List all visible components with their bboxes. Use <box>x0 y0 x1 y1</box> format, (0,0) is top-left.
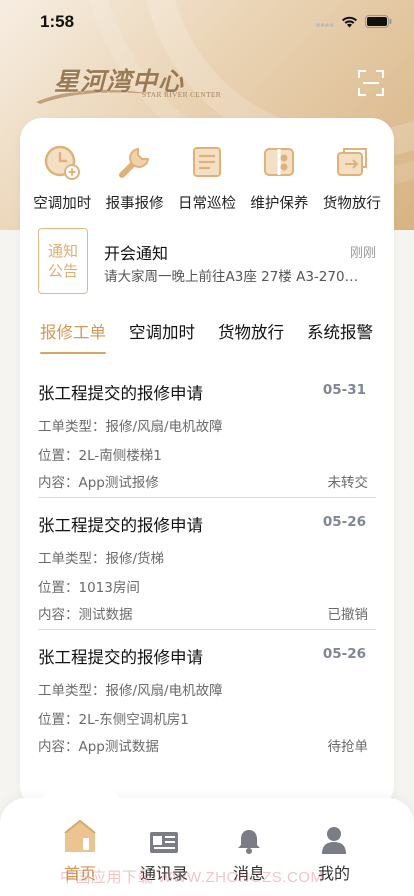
quick-action-maintenance[interactable]: 维护保养 <box>243 142 315 213</box>
quick-action-label: 维护保养 <box>250 196 309 212</box>
wrench-icon <box>115 142 155 182</box>
quick-action-label: 货物放行 <box>322 196 381 212</box>
profile-icon <box>322 818 346 854</box>
quick-action-cargo-release[interactable]: 货物放行 <box>316 142 388 213</box>
scan-button[interactable] <box>358 70 384 96</box>
ac-clock-icon <box>42 142 82 182</box>
order-location-value: 2L-南侧楼梯1 <box>78 448 162 464</box>
order-content: 内容：测试数据 <box>38 603 133 623</box>
order-type: 工单类型：报修/货梯 <box>38 547 164 567</box>
maintenance-icon <box>259 142 299 182</box>
brand-logo: 星河湾中心 STAR RIVER CENTER <box>34 62 234 104</box>
order-content-label: 内容： <box>38 607 79 623</box>
order-type: 工单类型：报修/风扇/电机故障 <box>38 415 223 435</box>
contacts-icon <box>149 818 179 854</box>
order-title: 张工程提交的报修申请 <box>38 648 203 667</box>
notice-badge-line: 通知 <box>47 242 78 260</box>
quick-action-label: 空调加时 <box>33 196 92 212</box>
quick-actions: 空调加时 报事报修 日常巡检 维护保养 货物放行 <box>20 142 394 213</box>
order-content: 内容：App测试报修 <box>38 471 159 491</box>
order-content-value: 测试数据 <box>78 607 133 623</box>
notice-text: 请大家周一晚上前往A3座 27楼 A3-2708会议室 <box>104 269 366 285</box>
logo-english-name: STAR RIVER CENTER <box>142 90 222 99</box>
order-date: 05-26 <box>322 646 366 662</box>
battery-icon <box>365 13 392 32</box>
quick-action-ac-overtime[interactable]: 空调加时 <box>26 142 98 213</box>
order-list: 张工程提交的报修申请 05-31 工单类型：报修/风扇/电机故障 位置：2L-南… <box>38 366 376 762</box>
order-location: 位置：2L-东侧空调机房1 <box>38 708 189 728</box>
order-type-label: 工单类型： <box>38 419 106 435</box>
order-type-label: 工单类型： <box>38 683 106 699</box>
bell-icon <box>237 818 261 854</box>
notice-content: 开会通知 刚刚 请大家周一晚上前往A3座 27楼 A3-2708会议室 <box>104 228 378 294</box>
order-status: 未转交 <box>327 475 369 491</box>
order-location-label: 位置： <box>38 448 79 464</box>
order-location-label: 位置： <box>38 580 79 596</box>
order-content-value: App测试报修 <box>78 475 159 491</box>
order-content: 内容：App测试数据 <box>38 735 159 755</box>
notice-badge: 通知 公告 <box>38 228 88 294</box>
tab-system-alarm[interactable]: 系统报警 <box>307 318 373 354</box>
order-content-label: 内容： <box>38 739 79 755</box>
order-title: 张工程提交的报修申请 <box>38 384 203 403</box>
watermark: 中国应用下载 WWW.ZHONGZS.COM <box>60 869 324 886</box>
quick-action-inspection[interactable]: 日常巡检 <box>171 142 243 213</box>
order-location-value: 1013房间 <box>78 580 140 596</box>
order-date: 05-31 <box>322 382 366 398</box>
order-location-value: 2L-东侧空调机房1 <box>78 712 189 728</box>
order-type: 工单类型：报修/风扇/电机故障 <box>38 679 223 699</box>
order-card[interactable]: 张工程提交的报修申请 05-26 工单类型：报修/货梯 位置：1013房间 内容… <box>38 498 376 630</box>
order-content-label: 内容： <box>38 475 79 491</box>
cellular-signal-icon <box>316 13 334 32</box>
order-type-label: 工单类型： <box>38 551 106 567</box>
order-location: 位置：1013房间 <box>38 576 140 596</box>
quick-action-repair[interactable]: 报事报修 <box>98 142 170 213</box>
order-content-value: App测试数据 <box>78 739 159 755</box>
order-status: 待抢单 <box>327 739 369 755</box>
notice-banner[interactable]: 通知 公告 开会通知 刚刚 请大家周一晚上前往A3座 27楼 A3-2708会议… <box>38 228 378 294</box>
wifi-icon <box>341 13 358 32</box>
order-type-value: 报修/货梯 <box>105 551 165 567</box>
order-type-value: 报修/风扇/电机故障 <box>105 683 223 699</box>
notice-badge-line: 公告 <box>47 262 78 280</box>
order-tabs: 报修工单 空调加时 货物放行 系统报警 <box>20 318 394 358</box>
tab-repair-orders[interactable]: 报修工单 <box>40 318 106 354</box>
order-title: 张工程提交的报修申请 <box>38 516 203 535</box>
quick-action-label: 报事报修 <box>105 196 164 212</box>
order-location: 位置：2L-南侧楼梯1 <box>38 444 162 464</box>
checklist-icon <box>187 142 227 182</box>
notice-title: 开会通知 <box>104 244 169 263</box>
notice-time: 刚刚 <box>349 246 376 261</box>
system-icons <box>316 13 392 32</box>
quick-action-label: 日常巡检 <box>178 196 237 212</box>
status-time: 1:58 <box>40 12 75 31</box>
status-bar: 1:58 <box>0 0 414 44</box>
scan-icon <box>358 70 384 96</box>
main-card: 空调加时 报事报修 日常巡检 维护保养 货物放行 通知 公告 开会通知 刚刚 请… <box>20 118 394 808</box>
order-card[interactable]: 张工程提交的报修申请 05-31 工单类型：报修/风扇/电机故障 位置：2L-南… <box>38 366 376 498</box>
order-status: 已撤销 <box>327 607 369 623</box>
home-icon <box>62 818 98 854</box>
order-type-value: 报修/风扇/电机故障 <box>105 419 223 435</box>
tab-cargo-release[interactable]: 货物放行 <box>218 318 284 354</box>
order-location-label: 位置： <box>38 712 79 728</box>
order-date: 05-26 <box>322 514 366 530</box>
tab-ac-overtime[interactable]: 空调加时 <box>129 318 195 354</box>
order-card[interactable]: 张工程提交的报修申请 05-26 工单类型：报修/风扇/电机故障 位置：2L-东… <box>38 630 376 762</box>
cargo-release-icon <box>332 142 372 182</box>
